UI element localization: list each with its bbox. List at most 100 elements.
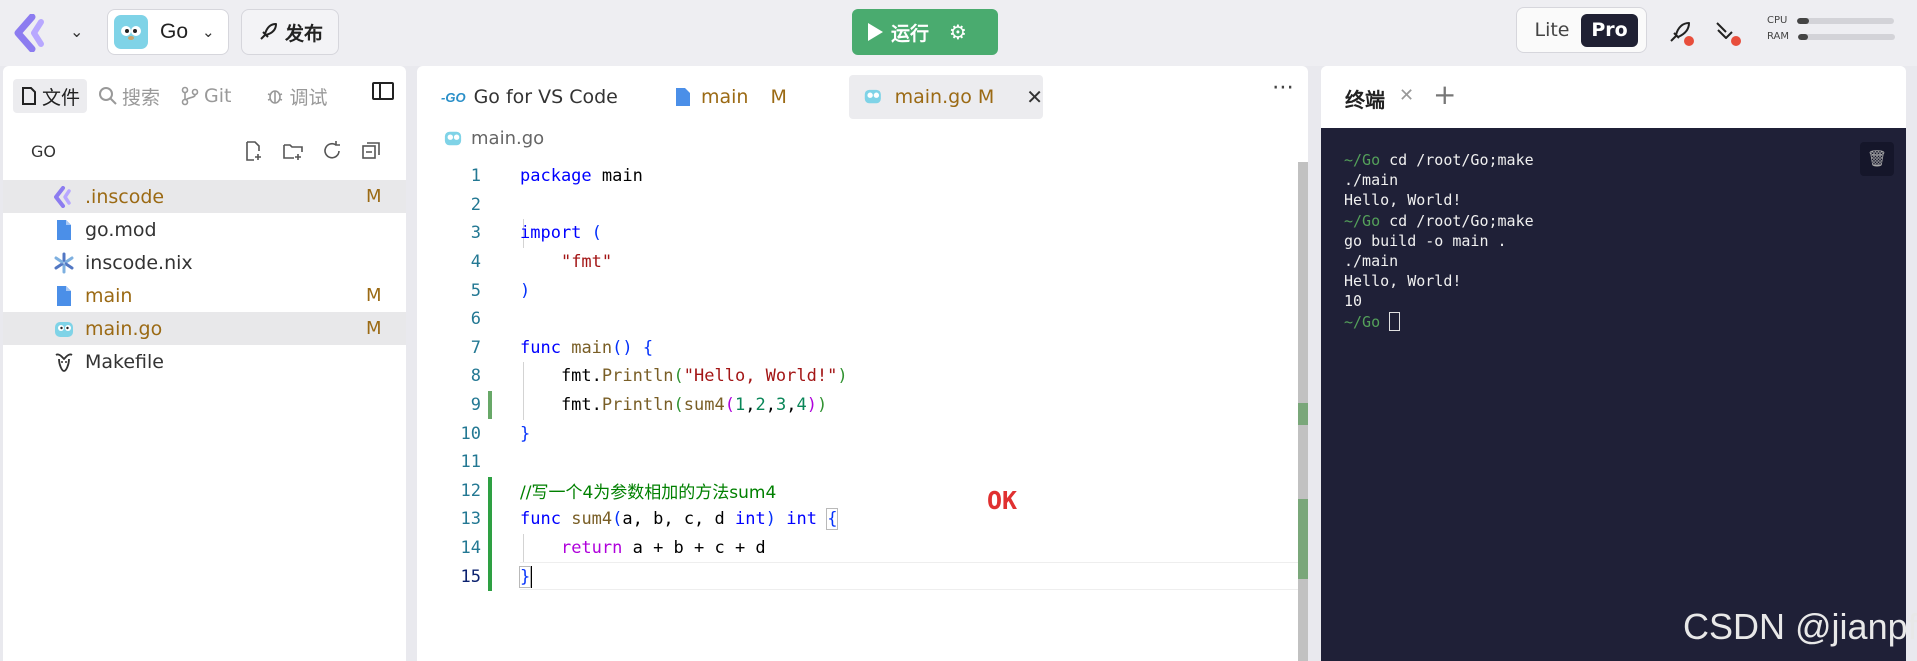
project-toolbar [243,140,382,162]
tab-label: main [701,86,749,108]
file-item-makefile[interactable]: Makefile [3,345,406,378]
file-item-main[interactable]: main M [3,279,406,312]
inscode-logo-icon[interactable] [14,14,52,52]
gopher-icon [55,321,73,337]
file-item-main-go[interactable]: main.go M [3,312,406,345]
ok-annotation: OK [987,486,1018,515]
code-area[interactable]: 1 package main 2 3 import ( 4 "fmt" 5) 6 7… [417,162,1308,591]
modified-badge: M [366,318,382,339]
modified-badge: M [770,86,787,108]
code-line: 15} [417,562,1308,591]
tab-search[interactable]: 搜索 [91,79,167,113]
change-marker [488,390,492,420]
terminal-prompt-line: ~/Go [1344,311,1906,332]
line-number: 8 [470,366,481,387]
code-line: 12//写一个4为参数相加的方法sum4 [417,476,1308,506]
line-number: 9 [470,395,481,416]
chevron-down-icon[interactable]: ⌄ [70,22,83,41]
close-icon[interactable]: ✕ [1026,85,1043,109]
line-number: 5 [470,280,481,301]
tab-debug-label: 调试 [289,86,328,109]
ram-label: RAM [1767,31,1790,42]
tab-main[interactable]: main M [675,75,805,119]
line-number: 11 [460,452,481,473]
tab-files[interactable]: 文件 [13,79,88,113]
added-marker [488,505,492,534]
editor-tabbar: -GO Go for VS Code main M main.go M ✕ ⋯ [417,75,1308,119]
gear-icon[interactable]: ⚙ [949,20,967,44]
code-line: 14 return a + b + c + d [417,533,1308,563]
terminal-line: Hello, World! [1344,191,1462,210]
breadcrumb: main.go [443,128,544,149]
new-file-icon[interactable] [243,140,265,162]
tab-debug[interactable]: 调试 [258,79,334,113]
tab-git-label: Git [204,85,232,107]
ide-window: ⌄ Go ⌄ 发布 运行 ⚙ Lite Pro CPU RAM 文件 搜索 Gi… [0,0,1917,661]
added-marker [488,562,492,591]
new-folder-icon[interactable] [282,140,304,162]
refresh-icon[interactable] [321,140,343,162]
publish-button[interactable]: 发布 [241,9,339,55]
trash-icon[interactable]: 🗑 [1860,142,1894,176]
code-line: 4 "fmt" [417,248,1308,277]
code-line: 13 func sum4(a, b, c, d int) int { [417,505,1308,534]
file-item-inscode-nix[interactable]: inscode.nix [3,246,406,279]
run-button[interactable]: 运行 ⚙ [852,9,998,55]
add-terminal-icon[interactable]: + [1433,78,1456,111]
tab-main-go[interactable]: main.go M ✕ [849,75,1043,119]
terminal-line: Hello, World! [1344,272,1462,291]
line-number: 13 [460,509,481,530]
file-item-go-mod[interactable]: go.mod [3,213,406,246]
code-line: 2 [417,191,1308,220]
close-icon[interactable]: ✕ [1399,85,1414,106]
run-label: 运行 [891,22,930,45]
file-name: main.go [85,317,163,340]
cpu-label: CPU [1767,15,1788,26]
top-bar: ⌄ Go ⌄ 发布 运行 ⚙ Lite Pro CPU RAM [0,0,1917,66]
file-icon [22,87,36,105]
collapse-all-icon[interactable] [360,140,382,162]
line-number: 2 [470,194,481,215]
file-icon [676,88,690,106]
modified-badge: M [366,285,382,306]
line-number: 6 [470,309,481,330]
status-dot [1731,36,1741,46]
file-name: main [85,284,133,307]
file-tree: .inscode M go.mod inscode.nix main M mai… [3,180,406,378]
rocket-icon [260,23,277,40]
gopher-icon [864,89,881,104]
file-item-inscode[interactable]: .inscode M [3,180,406,213]
mode-lite-option[interactable]: Lite [1523,19,1581,41]
gopher-icon [444,131,462,145]
chevron-down-icon: ⌄ [202,23,215,41]
terminal-line: 10 [1344,292,1363,311]
mode-pro-option[interactable]: Pro [1581,13,1638,47]
terminal-line: ~/Go cd /root/Go;make [1344,211,1534,230]
tab-go-for-vscode[interactable]: -GO Go for VS Code [441,75,631,119]
search-icon [99,87,117,105]
project-header: GO [31,142,56,161]
watermark: CSDN @jianpf [1683,606,1917,647]
line-number: 4 [470,252,481,273]
mode-toggle[interactable]: Lite Pro [1516,7,1647,53]
added-marker [488,533,492,563]
sidebar-toggle-icon[interactable] [372,82,394,100]
breadcrumb-item[interactable]: main.go [471,128,544,149]
project-switcher[interactable]: Go ⌄ [107,9,229,55]
modified-badge: M [977,86,995,108]
more-actions-icon[interactable]: ⋯ [1272,75,1294,100]
tab-files-label: 文件 [42,86,81,109]
editor-scrollbar[interactable] [1298,162,1308,661]
code-line: 3 import ( [417,219,1308,248]
terminal-panel: 终端 ✕ + ~/Go cd /root/Go;make ./main Hell… [1321,66,1906,661]
publish-label: 发布 [284,22,323,45]
terminal-line: go build -o main . [1344,231,1507,250]
tab-terminal[interactable]: 终端 [1345,84,1385,113]
code-line: 10} [417,419,1308,448]
terminal-output[interactable]: ~/Go cd /root/Go;make ./main Hello, Worl… [1321,128,1906,661]
tab-git[interactable]: Git [173,79,238,113]
cpu-meter-fill [1797,17,1809,24]
added-marker [488,476,492,506]
file-name: inscode.nix [85,251,193,274]
tab-label: Go for VS Code [473,86,618,108]
